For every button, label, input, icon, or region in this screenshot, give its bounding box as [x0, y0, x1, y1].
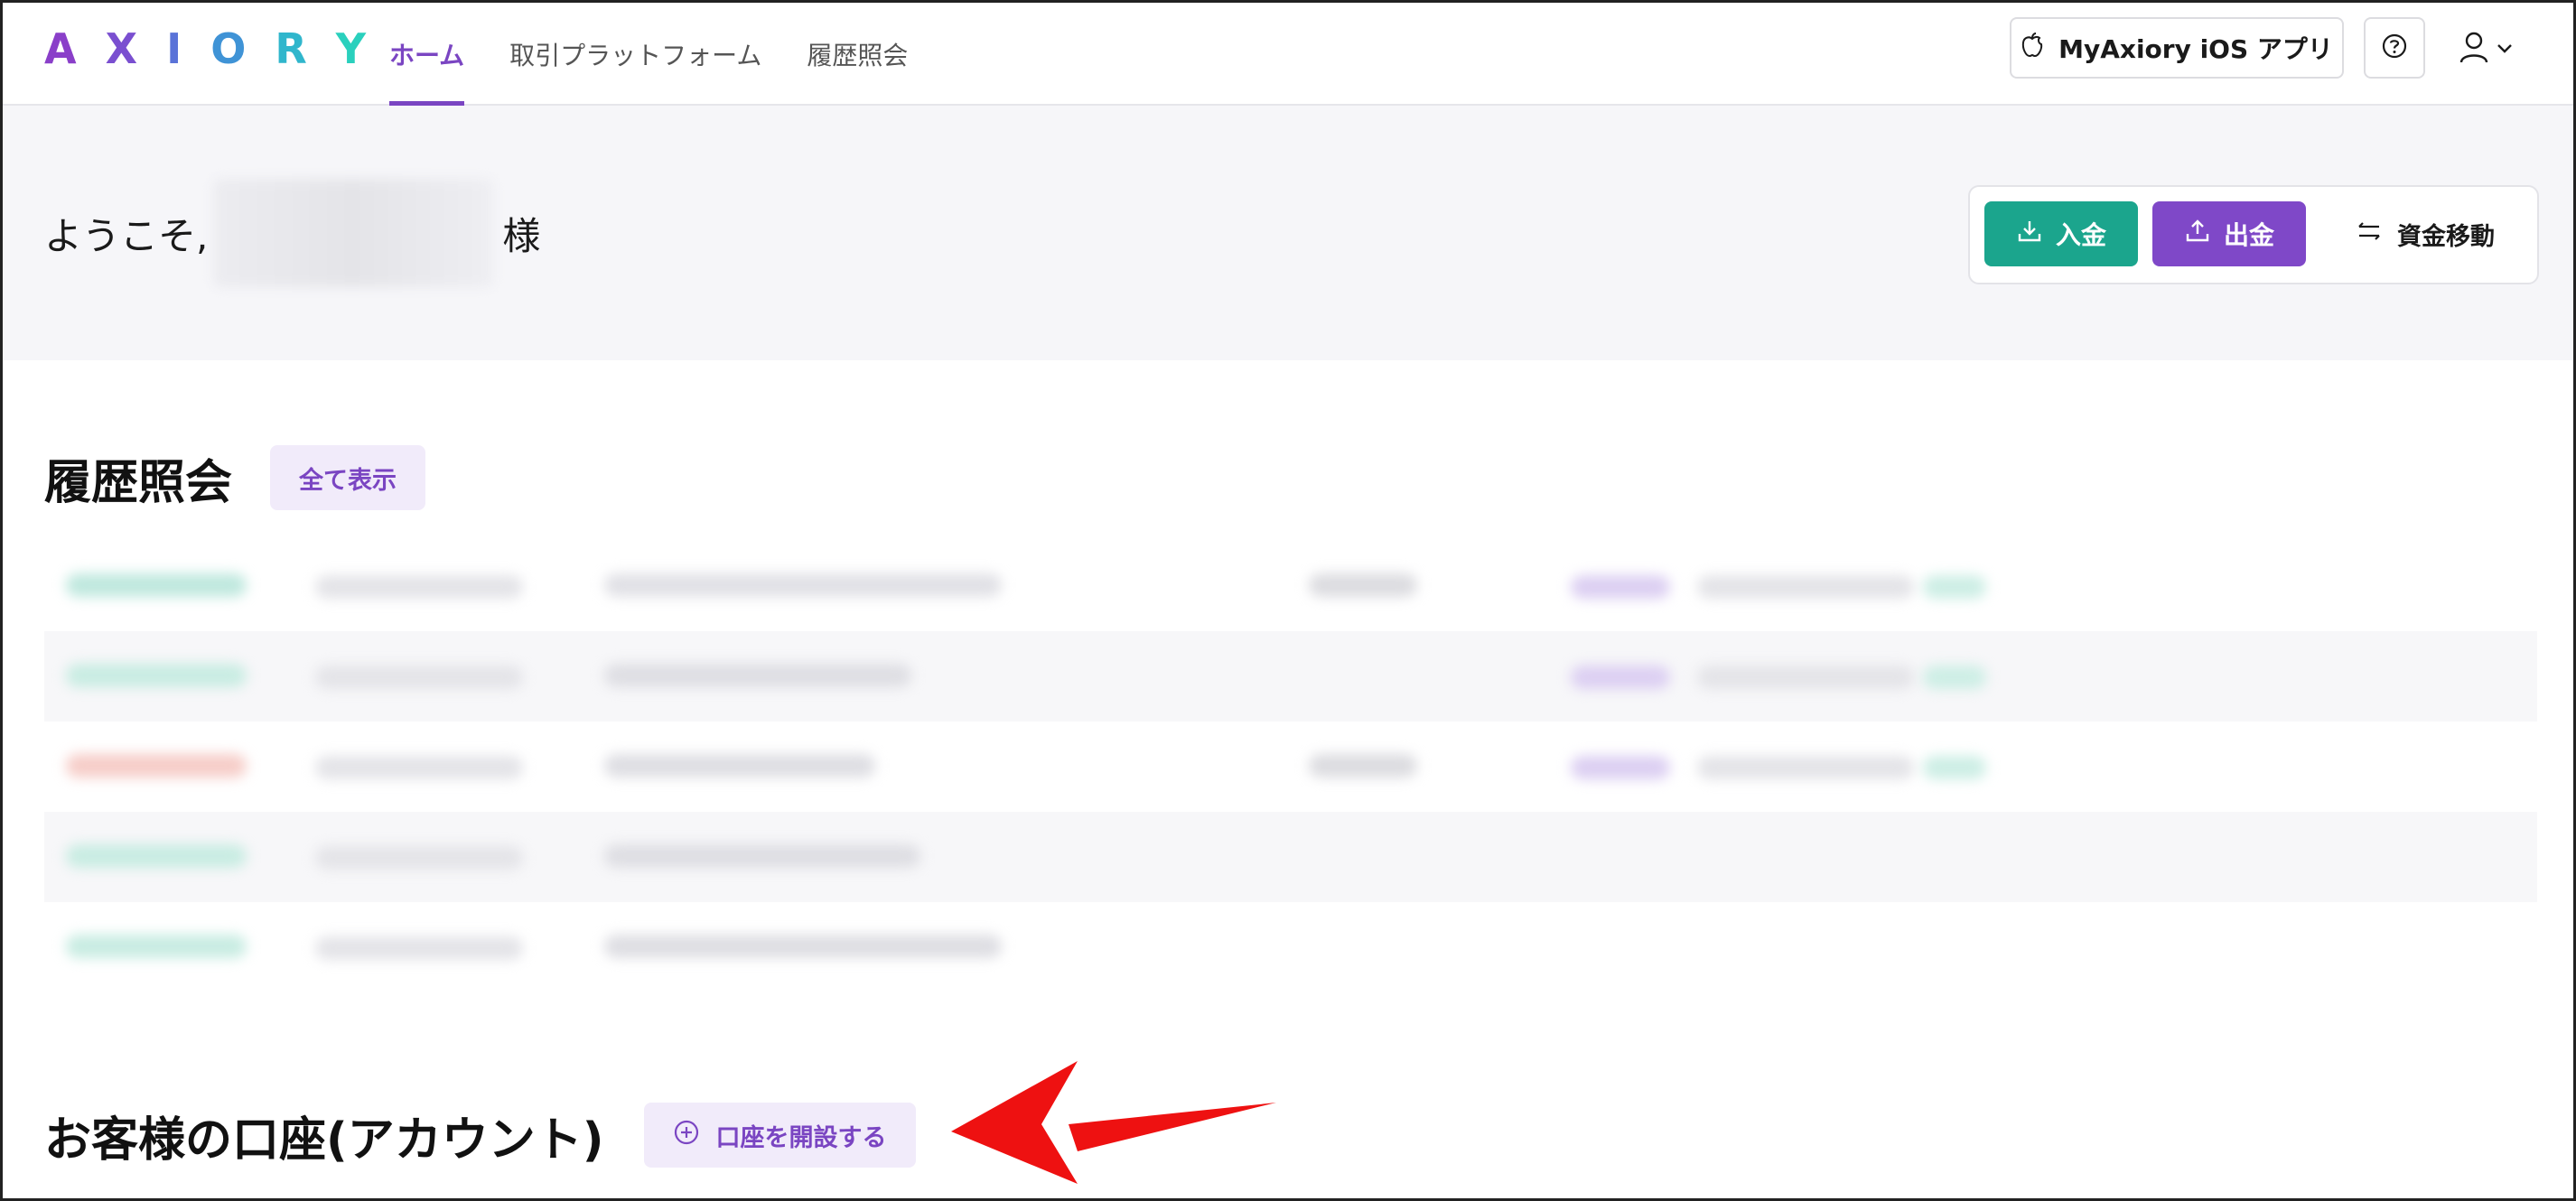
history-row-blurred[interactable] [44, 722, 2537, 812]
ios-app-label: MyAxiory iOS アプリ [2058, 34, 2333, 64]
logo-letter: R [275, 24, 309, 73]
transfer-label: 資金移動 [2397, 222, 2495, 251]
history-row-blurred[interactable] [44, 902, 2537, 992]
transfer-arrows-icon [2354, 219, 2385, 250]
withdraw-label: 出金 [2223, 220, 2274, 250]
axiory-logo[interactable]: A X I O R Y [44, 24, 369, 73]
question-circle-icon [2380, 32, 2409, 64]
deposit-button[interactable]: 入金 [1984, 201, 2138, 266]
logo-letter: A [44, 24, 79, 73]
open-account-button[interactable]: 口座を開設する [643, 1103, 916, 1168]
annotation-arrow [951, 1061, 1276, 1184]
fund-actions: 入金 出金 資金移動 [1968, 185, 2539, 284]
history-header: 履歴照会 全て表示 [44, 445, 426, 510]
upload-icon [2184, 218, 2211, 251]
download-icon [2016, 218, 2043, 251]
history-list [44, 541, 2537, 992]
deposit-label: 入金 [2055, 220, 2106, 250]
accounts-header: お客様の口座(アカウント) 口座を開設する [44, 1101, 916, 1169]
apple-icon [2021, 32, 2044, 65]
history-row-blurred[interactable] [44, 541, 2537, 631]
withdraw-button[interactable]: 出金 [2152, 201, 2306, 266]
show-all-button[interactable]: 全て表示 [270, 445, 426, 510]
greeting-prefix: ようこそ, [44, 213, 209, 258]
welcome-section: ようこそ, 様 入金 出金 資金移動 [3, 106, 2573, 360]
blurred-user-name [213, 179, 494, 287]
history-row-blurred[interactable] [44, 631, 2537, 722]
main-nav: ホーム 取引プラットフォーム 履歴照会 [389, 3, 908, 106]
plus-circle-icon [673, 1119, 700, 1152]
logo-letter: O [210, 24, 248, 73]
user-menu-button[interactable] [2458, 24, 2525, 75]
logo-letter: Y [335, 24, 369, 73]
logo-letter: X [105, 24, 140, 73]
ios-app-button[interactable]: MyAxiory iOS アプリ [2010, 17, 2344, 79]
user-icon [2458, 30, 2490, 70]
nav-trading-platform[interactable]: 取引プラットフォーム [509, 3, 761, 106]
greeting-suffix: 様 [502, 213, 541, 258]
transfer-button[interactable]: 資金移動 [2324, 201, 2525, 266]
app-window: A X I O R Y ホーム 取引プラットフォーム 履歴照会 MyAxiory… [0, 0, 2576, 1201]
nav-history[interactable]: 履歴照会 [807, 3, 908, 106]
help-button[interactable] [2364, 17, 2425, 79]
top-navigation: A X I O R Y ホーム 取引プラットフォーム 履歴照会 MyAxiory… [3, 3, 2573, 106]
logo-letter: I [166, 24, 184, 73]
open-account-label: 口座を開設する [715, 1123, 887, 1152]
welcome-greeting: ようこそ, 様 [44, 179, 541, 287]
nav-home[interactable]: ホーム [389, 3, 465, 106]
accounts-title: お客様の口座(アカウント) [44, 1113, 604, 1168]
history-row-blurred[interactable] [44, 812, 2537, 902]
history-title: 履歴照会 [44, 455, 233, 510]
chevron-down-icon [2496, 42, 2514, 59]
